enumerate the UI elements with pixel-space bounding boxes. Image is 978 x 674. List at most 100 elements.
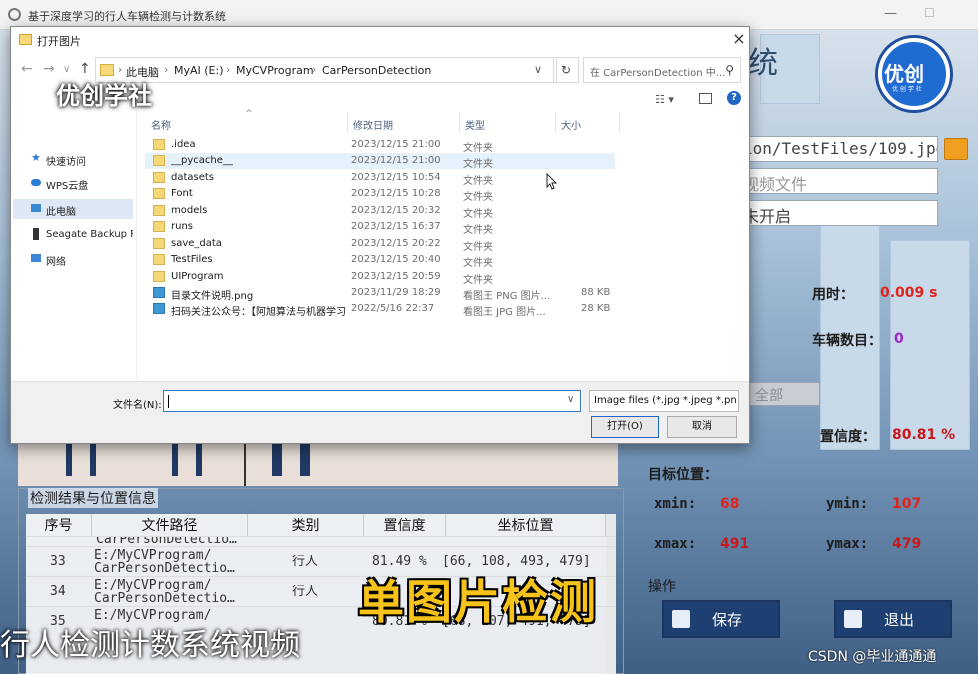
sidebar-item-seagate[interactable]: Seagate Backup Plus — [13, 225, 133, 245]
ymin-label: ymin: — [826, 496, 869, 512]
person-leg-shape — [300, 440, 310, 476]
minimize-icon[interactable]: — — [884, 6, 900, 22]
file-row[interactable]: UIProgram 2023/12/15 20:59 文件夹 — [145, 269, 615, 286]
file-row[interactable]: runs 2023/12/15 16:37 文件夹 — [145, 219, 615, 236]
file-date: 2023/12/15 10:54 — [351, 172, 441, 183]
address-bar[interactable]: › 此电脑 › MyAI (E:) › MyCVProgram › CarPer… — [95, 57, 557, 83]
star-icon: ★ — [31, 151, 41, 164]
table-header-class[interactable]: 类别 — [248, 514, 364, 536]
file-type: 文件夹 — [463, 192, 493, 203]
xmin-value: 68 — [720, 496, 740, 512]
breadcrumb-mycvprogram[interactable]: MyCVProgram — [236, 64, 314, 77]
file-row[interactable]: Font 2023/12/15 10:28 文件夹 — [145, 186, 615, 203]
search-icon: ⚲ — [725, 63, 734, 77]
column-separator — [347, 113, 348, 133]
breadcrumb-separator: › — [118, 63, 123, 76]
sidebar-item-quick-access[interactable]: ★ 快速访问 — [13, 149, 133, 169]
table-row[interactable]: CarPersonDetectio… — [26, 536, 616, 546]
exit-button[interactable]: 退出 — [834, 600, 952, 638]
column-header-size[interactable]: 大小 — [561, 117, 581, 135]
filename-history-dropdown-icon[interactable]: ∨ — [567, 394, 574, 405]
breadcrumb-carpersondetection[interactable]: CarPersonDetection — [322, 64, 431, 77]
ymax-label: ymax: — [826, 536, 869, 552]
breadcrumb-separator: › — [312, 63, 317, 76]
file-row[interactable]: .idea 2023/12/15 21:00 文件夹 — [145, 137, 615, 154]
forward-icon[interactable]: → — [43, 61, 55, 77]
file-type: 看图王 PNG 图片... — [463, 291, 551, 302]
video-file-field[interactable]: 视频文件 — [736, 168, 938, 194]
person-leg-shape — [272, 440, 282, 476]
refresh-button[interactable]: ↻ — [553, 57, 579, 83]
confidence-label: 置信度： — [820, 429, 876, 445]
search-input[interactable]: 在 CarPersonDetection 中... ⚲ — [583, 57, 741, 83]
text-caret — [168, 395, 169, 408]
folder-icon — [153, 155, 165, 166]
drive-icon — [33, 228, 39, 240]
file-date: 2023/12/15 16:37 — [351, 221, 441, 232]
breadcrumb-drive[interactable]: MyAI (E:) — [174, 64, 224, 77]
file-name: datasets — [171, 172, 215, 183]
view-options-icon[interactable]: ☷ ▾ — [655, 93, 674, 106]
logo: 优创 优 创 学 社 — [868, 30, 966, 114]
cancel-button[interactable]: 取消 — [667, 416, 737, 438]
sidebar-item-label: 网络 — [46, 257, 66, 268]
camera-status-field[interactable]: 未开启 — [736, 200, 938, 226]
column-header-type[interactable]: 类型 — [465, 117, 485, 135]
open-button[interactable]: 打开(O) — [591, 416, 659, 438]
folder-icon — [153, 172, 165, 183]
file-size: 28 KB — [581, 303, 611, 314]
preview-divider — [244, 440, 246, 486]
file-date: 2023/12/15 20:22 — [351, 238, 441, 249]
open-folder-icon[interactable] — [944, 138, 968, 160]
filename-input[interactable] — [163, 390, 581, 412]
recent-dropdown-icon[interactable]: ∨ — [63, 64, 70, 75]
file-row[interactable]: 扫码关注公众号：【阿旭算法与机器学习... 2022/5/16 22:37 看图王 … — [145, 301, 615, 318]
table-header-path[interactable]: 文件路径 — [92, 514, 248, 536]
file-row[interactable]: models 2023/12/15 20:32 文件夹 — [145, 203, 615, 220]
column-header-name[interactable]: 名称 — [151, 117, 171, 135]
maximize-icon[interactable]: ☐ — [924, 6, 940, 22]
file-name: TestFiles — [171, 254, 213, 265]
table-cell-path: E:/MyCVProgram/ — [94, 579, 212, 592]
file-date: 2022/5/16 22:37 — [351, 303, 435, 314]
preview-pane-icon[interactable] — [699, 93, 712, 104]
image-preview — [18, 440, 618, 486]
file-path-field[interactable]: ion/TestFiles/109.jpg — [736, 136, 938, 162]
ymax-value: 479 — [892, 536, 922, 552]
csdn-watermark: CSDN @毕业通通通 — [808, 649, 937, 665]
file-date: 2023/12/15 10:28 — [351, 188, 441, 199]
address-dropdown-icon[interactable]: ∨ — [534, 63, 542, 76]
target-select[interactable]: 全部 — [748, 382, 820, 406]
file-type: 文件夹 — [463, 143, 493, 154]
close-icon[interactable]: × — [729, 29, 749, 49]
file-name: .idea — [171, 139, 196, 150]
table-cell-path: CarPersonDetectio… — [96, 536, 237, 546]
dialog-titlebar: 打开图片 × — [11, 27, 749, 53]
file-type: 文件夹 — [463, 159, 493, 170]
app-heading: 统 — [748, 46, 778, 81]
operations-label: 操作 — [648, 579, 676, 595]
file-row[interactable]: datasets 2023/12/15 10:54 文件夹 — [145, 170, 615, 187]
table-header-index[interactable]: 序号 — [26, 514, 92, 536]
sidebar-item-wps-cloud[interactable]: WPS云盘 — [13, 173, 133, 193]
person-leg-shape — [66, 440, 72, 476]
file-row[interactable]: save_data 2023/12/15 20:22 文件夹 — [145, 236, 615, 253]
up-icon[interactable]: ↑ — [79, 61, 91, 77]
file-type-select[interactable]: Image files (*.jpg *.jpeg *.pn ∨ — [589, 390, 739, 412]
sidebar-item-network[interactable]: 网络 — [13, 249, 133, 269]
file-row[interactable]: TestFiles 2023/12/15 20:40 文件夹 — [145, 252, 615, 269]
help-icon[interactable]: ? — [727, 91, 741, 105]
save-button[interactable]: 保存 — [662, 600, 780, 638]
column-header-date[interactable]: 修改日期 — [353, 117, 393, 135]
save-button-label: 保存 — [712, 610, 743, 629]
back-icon[interactable]: ← — [21, 61, 33, 77]
folder-icon — [153, 271, 165, 282]
folder-icon — [153, 188, 165, 199]
file-row[interactable]: 目录文件说明.png 2023/11/29 18:29 看图王 PNG 图片... 8… — [145, 285, 615, 302]
file-type: 文件夹 — [463, 209, 493, 220]
table-header-coords[interactable]: 坐标位置 — [446, 514, 606, 536]
file-row[interactable]: __pycache__ 2023/12/15 21:00 文件夹 — [145, 153, 615, 170]
ymin-value: 107 — [892, 496, 922, 512]
table-header-confidence[interactable]: 置信度 — [364, 514, 446, 536]
sidebar-item-this-pc[interactable]: 此电脑 — [13, 199, 133, 219]
